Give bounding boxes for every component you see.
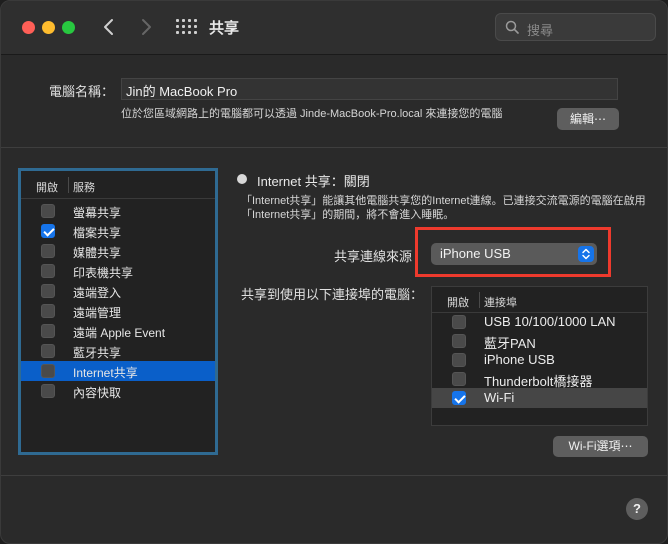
service-checkbox[interactable] <box>41 344 55 358</box>
service-label: 印表機共享 <box>73 266 134 280</box>
computer-name-description: 位於您區域網路上的電腦都可以透過 Jinde-MacBook-Pro.local… <box>121 108 503 120</box>
service-checkbox[interactable] <box>41 324 55 338</box>
port-row[interactable]: 藍牙PAN <box>432 331 647 351</box>
service-row[interactable]: 螢幕共享 <box>21 201 215 221</box>
service-label: Internet共享 <box>73 366 138 380</box>
system-preferences-window: 共享 搜尋 電腦名稱： Jin的 MacBook Pro 位於您區域網路上的電腦… <box>0 0 668 544</box>
service-row[interactable]: 內容快取 <box>21 381 215 401</box>
section-divider <box>1 147 667 148</box>
edit-hostname-button[interactable]: 編輯⋯ <box>557 108 619 130</box>
service-row[interactable]: 藍牙共享 <box>21 341 215 361</box>
service-label: 遠端管理 <box>73 306 122 320</box>
internet-sharing-description: 「Internet共享」能讓其他電腦共享您的Internet連線。已連接交流電源… <box>241 195 646 221</box>
show-all-grid-icon[interactable] <box>175 18 197 38</box>
service-row[interactable]: 遠端 Apple Event <box>21 321 215 341</box>
port-checkbox[interactable] <box>452 315 466 329</box>
service-row[interactable]: 遠端登入 <box>21 281 215 301</box>
port-label: USB 10/100/1000 LAN <box>484 314 616 329</box>
zoom-window-button[interactable] <box>62 21 75 34</box>
computer-name-input[interactable]: Jin的 MacBook Pro <box>121 78 618 100</box>
port-row[interactable]: Wi-Fi <box>432 388 647 408</box>
search-field[interactable]: 搜尋 <box>495 13 656 41</box>
service-checkbox[interactable] <box>41 224 55 238</box>
services-list-header: 開啟 服務 <box>21 171 215 199</box>
ports-label: 共享到使用以下連接埠的電腦： <box>241 287 424 302</box>
service-checkbox[interactable] <box>41 364 55 378</box>
port-label: Wi-Fi <box>484 390 515 405</box>
search-icon <box>505 20 519 34</box>
service-row[interactable]: 檔案共享 <box>21 221 215 241</box>
service-row[interactable]: Internet共享 <box>21 361 215 381</box>
title-bar: 共享 搜尋 <box>1 1 667 55</box>
service-row[interactable]: 印表機共享 <box>21 261 215 281</box>
port-row[interactable]: Thunderbolt橋接器 <box>432 369 647 389</box>
service-label: 藍牙共享 <box>73 346 122 360</box>
header-service: 服務 <box>73 182 95 194</box>
service-checkbox[interactable] <box>41 264 55 278</box>
share-source-value: iPhone USB <box>440 246 511 261</box>
port-checkbox[interactable] <box>452 391 466 405</box>
port-row[interactable]: iPhone USB <box>432 350 647 370</box>
service-label: 媒體共享 <box>73 246 122 260</box>
window-title: 共享 <box>209 20 240 37</box>
chevron-up-down-icon <box>578 246 594 262</box>
wifi-options-button[interactable]: Wi-Fi選項⋯ <box>553 436 648 457</box>
port-checkbox[interactable] <box>452 372 466 386</box>
service-label: 遠端 Apple Event <box>73 326 166 340</box>
service-checkbox[interactable] <box>41 284 55 298</box>
ports-header-on: 開啟 <box>447 297 469 309</box>
header-separator <box>68 177 69 193</box>
service-row[interactable]: 遠端管理 <box>21 301 215 321</box>
bottom-divider <box>1 475 667 476</box>
help-button[interactable]: ? <box>626 498 648 520</box>
ports-list[interactable]: 開啟 連接埠 USB 10/100/1000 LAN 藍牙PAN iPhone US… <box>431 286 648 426</box>
service-checkbox[interactable] <box>41 304 55 318</box>
service-checkbox[interactable] <box>41 204 55 218</box>
minimize-window-button[interactable] <box>42 21 55 34</box>
back-icon[interactable] <box>97 15 121 39</box>
status-indicator <box>237 174 247 184</box>
services-list[interactable]: 開啟 服務 螢幕共享檔案共享媒體共享印表機共享遠端登入遠端管理遠端 Apple … <box>18 168 218 455</box>
service-label: 遠端登入 <box>73 286 122 300</box>
service-label: 螢幕共享 <box>73 206 122 220</box>
service-label: 檔案共享 <box>73 226 122 240</box>
port-checkbox[interactable] <box>452 334 466 348</box>
ports-list-header: 開啟 連接埠 <box>432 287 647 313</box>
service-checkbox[interactable] <box>41 244 55 258</box>
share-source-select[interactable]: iPhone USB <box>431 243 597 265</box>
header-on: 開啟 <box>36 182 58 194</box>
internet-sharing-status: Internet 共享：關閉 <box>257 174 370 189</box>
service-label: 內容快取 <box>73 386 122 400</box>
service-checkbox[interactable] <box>41 384 55 398</box>
computer-name-label: 電腦名稱： <box>49 84 115 99</box>
forward-icon[interactable] <box>134 15 158 39</box>
port-row[interactable]: USB 10/100/1000 LAN <box>432 312 647 332</box>
search-placeholder: 搜尋 <box>527 23 554 38</box>
port-checkbox[interactable] <box>452 353 466 367</box>
close-window-button[interactable] <box>22 21 35 34</box>
port-label: iPhone USB <box>484 352 555 367</box>
ports-header-port: 連接埠 <box>484 297 517 309</box>
share-source-label: 共享連線來源 <box>334 249 413 264</box>
ports-header-separator <box>479 292 480 308</box>
service-row[interactable]: 媒體共享 <box>21 241 215 261</box>
